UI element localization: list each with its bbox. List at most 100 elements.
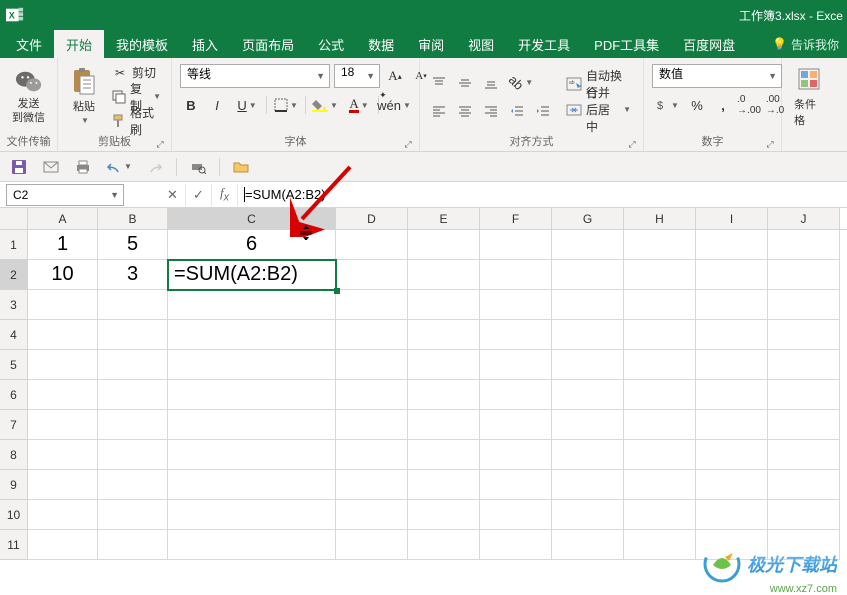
cell-A7[interactable] (28, 410, 98, 440)
cell-I6[interactable] (696, 380, 768, 410)
cell-H11[interactable] (624, 530, 696, 560)
cell-D6[interactable] (336, 380, 408, 410)
row-header-2[interactable]: 2 (0, 260, 28, 290)
select-all-corner[interactable] (0, 208, 28, 229)
cell-F5[interactable] (480, 350, 552, 380)
cell-G8[interactable] (552, 440, 624, 470)
cell-I9[interactable] (696, 470, 768, 500)
cell-G5[interactable] (552, 350, 624, 380)
align-right-button[interactable] (480, 100, 502, 122)
cell-J9[interactable] (768, 470, 840, 500)
open-button[interactable] (230, 156, 252, 178)
row-header-9[interactable]: 9 (0, 470, 28, 500)
cell-G1[interactable] (552, 230, 624, 260)
cell-F10[interactable] (480, 500, 552, 530)
row-header-5[interactable]: 5 (0, 350, 28, 380)
cell-J3[interactable] (768, 290, 840, 320)
col-header-C[interactable]: C (168, 208, 336, 229)
cell-F2[interactable] (480, 260, 552, 290)
col-header-B[interactable]: B (98, 208, 168, 229)
cell-F11[interactable] (480, 530, 552, 560)
tab-formulas[interactable]: 公式 (306, 30, 356, 58)
font-name-select[interactable]: 等线 ▼ (180, 64, 330, 88)
cell-J5[interactable] (768, 350, 840, 380)
cell-I10[interactable] (696, 500, 768, 530)
align-left-button[interactable] (428, 100, 450, 122)
dialog-launcher-icon[interactable]: ⤢ (765, 139, 775, 149)
font-color-button[interactable]: A ▼ (344, 94, 374, 116)
cell-A6[interactable] (28, 380, 98, 410)
save-button[interactable] (8, 156, 30, 178)
cell-F6[interactable] (480, 380, 552, 410)
cell-E11[interactable] (408, 530, 480, 560)
cell-E9[interactable] (408, 470, 480, 500)
cell-A8[interactable] (28, 440, 98, 470)
row-header-3[interactable]: 3 (0, 290, 28, 320)
conditional-formatting-button[interactable]: 条件格 (788, 62, 832, 132)
tab-home[interactable]: 开始 (54, 30, 104, 58)
tab-data[interactable]: 数据 (356, 30, 406, 58)
cell-D7[interactable] (336, 410, 408, 440)
border-button[interactable]: ▼ (271, 94, 301, 116)
col-header-I[interactable]: I (696, 208, 768, 229)
col-header-J[interactable]: J (768, 208, 840, 229)
cell-C11[interactable] (168, 530, 336, 560)
cell-D4[interactable] (336, 320, 408, 350)
increase-indent-button[interactable] (532, 100, 554, 122)
cell-D10[interactable] (336, 500, 408, 530)
cell-D1[interactable] (336, 230, 408, 260)
cell-G7[interactable] (552, 410, 624, 440)
tab-review[interactable]: 审阅 (406, 30, 456, 58)
cell-I2[interactable] (696, 260, 768, 290)
row-header-6[interactable]: 6 (0, 380, 28, 410)
cell-B2[interactable]: 3 (98, 260, 168, 290)
email-button[interactable] (40, 156, 62, 178)
align-middle-button[interactable] (454, 72, 476, 94)
cell-C1[interactable]: 6 (168, 230, 336, 260)
merge-center-button[interactable]: 合并后居中 ▼ (562, 99, 635, 121)
col-header-E[interactable]: E (408, 208, 480, 229)
cell-H2[interactable] (624, 260, 696, 290)
cell-D9[interactable] (336, 470, 408, 500)
cell-E2[interactable] (408, 260, 480, 290)
cells-area[interactable]: 1 5 6 10 3 =SUM(A2:B2) (28, 230, 847, 560)
redo-button[interactable] (144, 156, 166, 178)
cell-G2[interactable] (552, 260, 624, 290)
cell-D11[interactable] (336, 530, 408, 560)
cell-A4[interactable] (28, 320, 98, 350)
tab-developer[interactable]: 开发工具 (506, 30, 582, 58)
cell-E10[interactable] (408, 500, 480, 530)
col-header-D[interactable]: D (336, 208, 408, 229)
dialog-launcher-icon[interactable]: ⤢ (403, 139, 413, 149)
name-box[interactable]: C2 ▼ (6, 184, 124, 206)
orientation-button[interactable]: ab▼ (506, 72, 536, 94)
tab-view[interactable]: 视图 (456, 30, 506, 58)
row-header-4[interactable]: 4 (0, 320, 28, 350)
increase-decimal-button[interactable]: .0→.00 (738, 94, 760, 116)
cell-J2[interactable] (768, 260, 840, 290)
cell-I1[interactable] (696, 230, 768, 260)
cell-F1[interactable] (480, 230, 552, 260)
cell-H6[interactable] (624, 380, 696, 410)
row-header-1[interactable]: 1 (0, 230, 28, 260)
cell-C10[interactable] (168, 500, 336, 530)
tab-my-templates[interactable]: 我的模板 (104, 30, 180, 58)
cell-A9[interactable] (28, 470, 98, 500)
cell-G4[interactable] (552, 320, 624, 350)
cell-H7[interactable] (624, 410, 696, 440)
tab-baidu-netdisk[interactable]: 百度网盘 (671, 30, 747, 58)
cancel-formula-button[interactable]: ✕ (160, 184, 186, 206)
formula-bar[interactable]: =SUM(A2:B2) (238, 184, 847, 206)
col-header-A[interactable]: A (28, 208, 98, 229)
cell-D8[interactable] (336, 440, 408, 470)
cell-A3[interactable] (28, 290, 98, 320)
format-painter-button[interactable]: 格式刷 (108, 110, 165, 132)
cell-J4[interactable] (768, 320, 840, 350)
underline-button[interactable]: U▼ (232, 94, 262, 116)
paste-button[interactable]: 粘贴 ▼ (64, 64, 104, 129)
number-format-select[interactable]: 数值 ▼ (652, 64, 782, 88)
cell-B7[interactable] (98, 410, 168, 440)
cell-F7[interactable] (480, 410, 552, 440)
cell-G10[interactable] (552, 500, 624, 530)
cell-D3[interactable] (336, 290, 408, 320)
